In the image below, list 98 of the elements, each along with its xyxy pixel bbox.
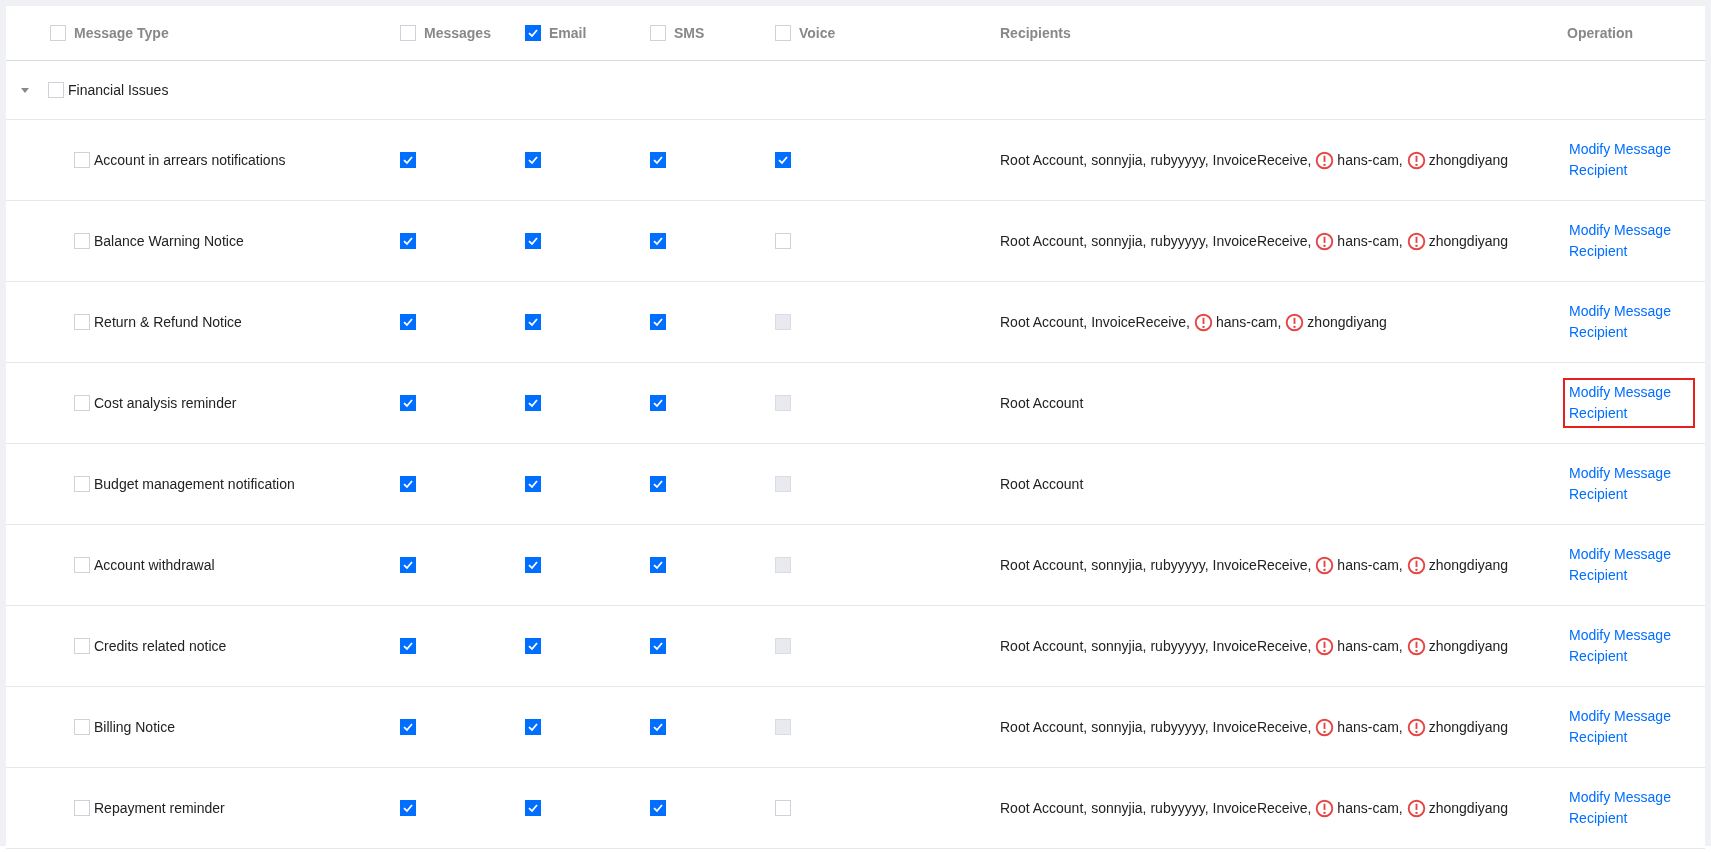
- checkbox[interactable]: [400, 719, 416, 735]
- modify-recipient-link[interactable]: Modify Message Recipient: [1563, 378, 1695, 428]
- checkbox[interactable]: [650, 476, 666, 492]
- recipient-name: rubyyyyy,: [1150, 638, 1209, 654]
- recipient-name: InvoiceReceive,: [1212, 233, 1312, 249]
- modify-recipient-link[interactable]: Modify Message Recipient: [1563, 297, 1695, 347]
- recipient-name: rubyyyyy,: [1150, 152, 1209, 168]
- recipient-name: Root Account,: [1000, 557, 1088, 573]
- checkbox[interactable]: [400, 557, 416, 573]
- recipient-name: InvoiceReceive,: [1212, 557, 1312, 573]
- recipient-name: Root Account,: [1000, 800, 1088, 816]
- column-header: Messages: [424, 25, 491, 41]
- recipient-name: sonnyjia,: [1091, 719, 1147, 735]
- checkbox[interactable]: [400, 476, 416, 492]
- recipient-name: rubyyyyy,: [1150, 233, 1209, 249]
- recipient-name: sonnyjia,: [1091, 152, 1147, 168]
- recipient-name: hans-cam,: [1216, 314, 1282, 330]
- recipient-name: Root Account: [1000, 395, 1084, 411]
- recipient-name: hans-cam,: [1337, 233, 1403, 249]
- checkbox[interactable]: [525, 152, 541, 168]
- modify-recipient-link[interactable]: Modify Message Recipient: [1563, 702, 1695, 752]
- recipient-name: Root Account,: [1000, 638, 1088, 654]
- recipient-name: hans-cam,: [1337, 152, 1403, 168]
- column-header: SMS: [674, 25, 705, 41]
- recipient-name: Root Account: [1000, 476, 1084, 492]
- recipient-name: InvoiceReceive,: [1091, 314, 1190, 330]
- recipient-name: rubyyyyy,: [1150, 719, 1209, 735]
- checkbox[interactable]: [400, 800, 416, 816]
- checkbox[interactable]: [650, 314, 666, 330]
- message-type-label: Repayment reminder: [94, 800, 225, 816]
- message-type-label: Credits related notice: [94, 638, 227, 654]
- checkbox[interactable]: [650, 557, 666, 573]
- recipient-name: hans-cam,: [1337, 719, 1403, 735]
- recipient-name: Root Account,: [1000, 233, 1088, 249]
- modify-recipient-link[interactable]: Modify Message Recipient: [1563, 216, 1695, 266]
- message-type-label: Return & Refund Notice: [94, 314, 242, 330]
- modify-recipient-link[interactable]: Modify Message Recipient: [1563, 135, 1695, 185]
- message-type-label: Cost analysis reminder: [94, 395, 237, 411]
- recipient-name: sonnyjia,: [1091, 557, 1147, 573]
- checkbox[interactable]: [650, 233, 666, 249]
- recipient-name: zhongdiyang: [1428, 557, 1509, 573]
- checkbox[interactable]: [525, 476, 541, 492]
- checkbox[interactable]: [400, 314, 416, 330]
- checkbox[interactable]: [525, 314, 541, 330]
- recipient-name: sonnyjia,: [1091, 638, 1147, 654]
- checkbox[interactable]: [775, 152, 791, 168]
- caret-icon[interactable]: [20, 85, 30, 95]
- checkbox[interactable]: [525, 395, 541, 411]
- message-type-label: Account in arrears notifications: [94, 152, 286, 168]
- checkbox[interactable]: [400, 233, 416, 249]
- checkbox[interactable]: [525, 719, 541, 735]
- message-type-label: Balance Warning Notice: [94, 233, 244, 249]
- message-type-label: Budget management notification: [94, 476, 295, 492]
- checkbox[interactable]: [650, 638, 666, 654]
- recipient-name: Root Account,: [1000, 152, 1088, 168]
- checkbox[interactable]: [525, 233, 541, 249]
- column-header: Message Type: [74, 25, 169, 41]
- recipient-name: InvoiceReceive,: [1212, 719, 1312, 735]
- recipient-name: InvoiceReceive,: [1212, 800, 1312, 816]
- column-header: Recipients: [1000, 25, 1071, 41]
- recipient-name: sonnyjia,: [1091, 800, 1147, 816]
- group-label: Financial Issues: [68, 82, 169, 98]
- recipient-name: rubyyyyy,: [1150, 800, 1209, 816]
- recipient-name: InvoiceReceive,: [1212, 152, 1312, 168]
- recipient-name: sonnyjia,: [1091, 233, 1147, 249]
- recipient-name: Root Account,: [1000, 719, 1088, 735]
- checkbox[interactable]: [400, 152, 416, 168]
- checkbox[interactable]: [650, 719, 666, 735]
- message-type-label: Billing Notice: [94, 719, 175, 735]
- recipient-name: hans-cam,: [1337, 800, 1403, 816]
- checkbox[interactable]: [525, 557, 541, 573]
- recipient-name: zhongdiyang: [1428, 800, 1509, 816]
- recipient-name: Root Account,: [1000, 314, 1088, 330]
- recipient-name: hans-cam,: [1337, 638, 1403, 654]
- recipient-name: zhongdiyang: [1428, 233, 1509, 249]
- recipient-name: zhongdiyang: [1428, 152, 1509, 168]
- column-header: Email: [549, 25, 587, 41]
- modify-recipient-link[interactable]: Modify Message Recipient: [1563, 540, 1695, 590]
- recipient-name: hans-cam,: [1337, 557, 1403, 573]
- modify-recipient-link[interactable]: Modify Message Recipient: [1563, 783, 1695, 833]
- recipient-name: InvoiceReceive,: [1212, 638, 1312, 654]
- checkbox[interactable]: [525, 800, 541, 816]
- checkbox[interactable]: [650, 152, 666, 168]
- modify-recipient-link[interactable]: Modify Message Recipient: [1563, 621, 1695, 671]
- checkbox[interactable]: [400, 638, 416, 654]
- recipient-name: zhongdiyang: [1428, 638, 1509, 654]
- recipient-name: zhongdiyang: [1307, 314, 1387, 330]
- checkbox[interactable]: [525, 25, 541, 41]
- checkbox[interactable]: [650, 395, 666, 411]
- recipient-name: rubyyyyy,: [1150, 557, 1209, 573]
- checkbox[interactable]: [525, 638, 541, 654]
- modify-recipient-link[interactable]: Modify Message Recipient: [1563, 459, 1695, 509]
- recipient-name: zhongdiyang: [1428, 719, 1509, 735]
- message-type-label: Account withdrawal: [94, 557, 215, 573]
- column-header: Operation: [1567, 25, 1634, 41]
- column-header: Voice: [799, 25, 836, 41]
- checkbox[interactable]: [400, 395, 416, 411]
- checkbox[interactable]: [650, 800, 666, 816]
